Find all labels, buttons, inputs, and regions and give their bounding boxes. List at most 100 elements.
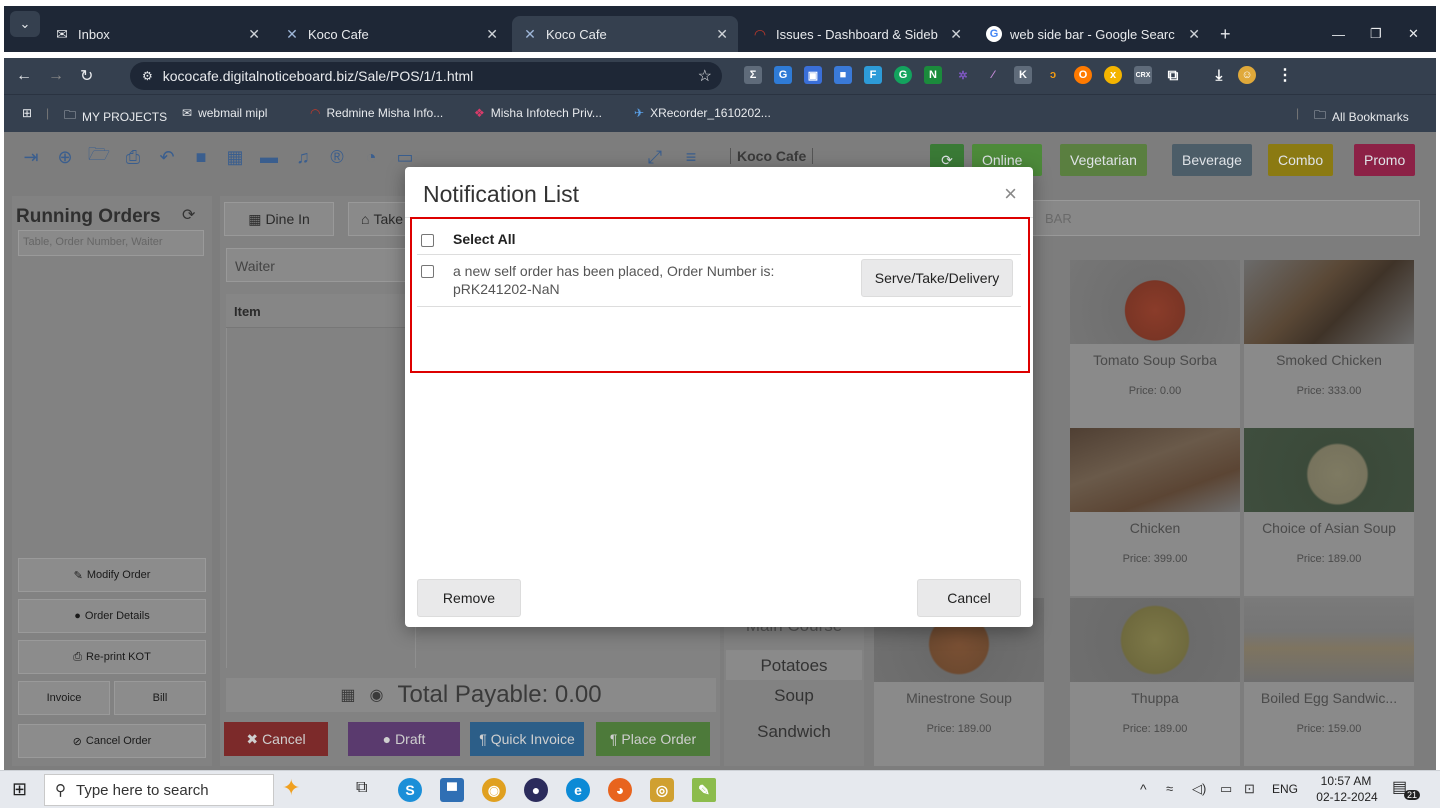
food-card[interactable]: Smoked Chicken Price: 333.00 [1244,260,1414,428]
tab-inbox[interactable]: ✉ Inbox ✕ [44,16,270,52]
new-tab-button[interactable]: + [1210,16,1241,52]
print-icon[interactable]: ⎙ [122,146,144,168]
taskbar-search-input[interactable]: ⚲ Type here to search [44,774,274,806]
window-extension-icon[interactable]: ■ [834,66,852,84]
expand-icon[interactable]: ⤢ [644,146,666,168]
close-window-button[interactable]: ✕ [1398,16,1429,52]
food-card[interactable]: Boiled Egg Sandwic... Price: 159.00 [1244,598,1414,766]
translate-extension-icon[interactable]: G [774,66,792,84]
eclipse-icon[interactable]: ● [524,778,548,802]
close-tab-icon[interactable]: ✕ [950,26,962,43]
fi-extension-icon[interactable]: F [864,66,882,84]
modify-order-button[interactable]: ✎ Modify Order [18,558,206,592]
n-extension-icon[interactable]: N [924,66,942,84]
order-details-button[interactable]: ● Order Details [18,599,206,633]
serve-take-delivery-button[interactable]: Serve/Take/Delivery [861,259,1013,297]
pen-extension-icon[interactable]: ⁄ [984,66,1002,84]
file-explorer-icon[interactable]: ▀ [440,778,464,802]
profile-avatar[interactable]: ☺ [1238,66,1256,84]
bookmark-my-projects[interactable]: 🗀 MY PROJECTS [64,106,167,127]
category-beverage[interactable]: Beverage [1172,144,1252,176]
waiter-select[interactable]: Waiter [226,248,416,282]
bookmark-misha[interactable]: ❖ Misha Infotech Priv... [474,106,602,120]
bookmark-star-icon[interactable]: ☆ [698,66,712,86]
close-tab-icon[interactable]: ✕ [1188,26,1200,43]
task-view-icon[interactable]: ⧉ [356,779,367,797]
reprint-kot-button[interactable]: ⎙ Re-print KOT [18,640,206,674]
grammarly-extension-icon[interactable]: G [894,66,912,84]
language-indicator[interactable]: ENG [1272,782,1298,796]
hamburger-icon[interactable]: ≡ [680,146,702,168]
tab-search-button[interactable]: ⌄ [10,11,40,37]
running-orders-search-input[interactable]: Table, Order Number, Waiter [18,230,204,256]
category-sandwich[interactable]: Sandwich [726,722,862,742]
history-icon[interactable]: ↶ [156,146,178,168]
invoice-button[interactable]: Invoice [18,681,110,715]
category-combo[interactable]: Combo [1268,144,1334,176]
bookmark-redmine[interactable]: ◠ Redmine Misha Info... [310,106,443,120]
address-bar[interactable]: ⚙ kococafe.digitalnoticeboard.biz/Sale/P… [130,62,722,90]
crx-extension-icon[interactable]: CRX [1134,66,1152,84]
reload-icon[interactable]: ↻ [80,66,93,86]
place-order-button[interactable]: ¶ Place Order [596,722,710,756]
food-card[interactable]: Tomato Soup Sorba Price: 0.00 [1070,260,1240,428]
bookmark-webmail[interactable]: ✉ webmail mipl [182,106,267,120]
apps-grid-icon[interactable]: ⊞ [22,106,32,120]
clock-date[interactable]: 02-12-2024 [1312,790,1382,804]
tab-koco-cafe-2[interactable]: ✕ Koco Cafe ✕ [512,16,738,52]
monitor-icon[interactable]: ▭ [394,146,416,168]
swirl-extension-icon[interactable]: ↄ [1044,66,1062,84]
firefox-icon[interactable]: ◕ [608,778,632,802]
ticket-icon[interactable]: ▬ [258,146,280,168]
windows-start-icon[interactable]: ⊞ [12,779,27,800]
notification-checkbox[interactable] [421,265,434,278]
k-extension-icon[interactable]: K [1014,66,1032,84]
tab-google[interactable]: G web side bar - Google Searc ✕ [976,16,1210,52]
bookmark-xrecorder[interactable]: ✈ XRecorder_1610202... [634,106,771,120]
logout-icon[interactable]: ⇥ [20,146,42,168]
category-promo[interactable]: Promo [1354,144,1416,176]
circle-extension-icon[interactable]: O [1074,66,1092,84]
sigma-extension-icon[interactable]: Σ [744,66,762,84]
food-search-input[interactable]: BAR [1032,200,1420,236]
cancel-modal-button[interactable]: Cancel [917,579,1021,617]
skype-icon[interactable]: S [398,778,422,802]
screen-extension-icon[interactable]: ▣ [804,66,822,84]
site-info-icon[interactable]: ⚙ [142,69,153,83]
calculator-icon[interactable]: ▦ [340,685,355,705]
close-tab-icon[interactable]: ✕ [248,26,260,43]
select-all-checkbox[interactable] [421,234,434,247]
forward-icon[interactable]: → [48,67,64,85]
sparkle-extension-icon[interactable]: ✲ [954,66,972,84]
download-icon[interactable]: ⤓ [1210,66,1228,84]
chevron-up-icon[interactable]: ^ [1140,781,1147,797]
wifi-icon[interactable]: ≈ [1166,781,1173,796]
speaker-icon[interactable]: ◁) [1192,781,1206,797]
extensions-puzzle-icon[interactable]: ⧉ [1164,66,1182,84]
pen-ime-icon[interactable]: ⊡ [1244,781,1255,797]
registered-icon[interactable]: ® [326,146,348,168]
dine-in-button[interactable]: ▦ Dine In [224,202,334,236]
bill-button[interactable]: Bill [114,681,206,715]
quick-invoice-button[interactable]: ¶ Quick Invoice [470,722,584,756]
chrome-profile-icon[interactable]: ◎ [650,778,674,802]
edge-icon[interactable]: e [566,778,590,802]
x-extension-icon[interactable]: x [1104,66,1122,84]
category-potatoes[interactable]: Potatoes [726,650,862,680]
sparkle-icon[interactable]: ✦ [282,775,300,801]
close-icon[interactable]: × [1004,181,1017,207]
notepad-icon[interactable]: ✎ [692,778,716,802]
all-bookmarks[interactable]: 🗀 All Bookmarks [1314,106,1409,127]
gauge-icon[interactable]: ◔ [360,146,382,168]
refresh-icon[interactable]: ⟳ [182,205,195,225]
food-card[interactable]: Thuppa Price: 189.00 [1070,598,1240,766]
more-menu-icon[interactable]: ⋮ [1276,66,1294,84]
category-vegetarian[interactable]: Vegetarian [1060,144,1147,176]
remove-button[interactable]: Remove [417,579,521,617]
back-icon[interactable]: ← [16,67,32,85]
minimize-button[interactable]: — [1322,16,1355,52]
globe-icon[interactable]: ⊕ [54,146,76,168]
draft-button[interactable]: ● Draft [348,722,460,756]
restore-button[interactable]: ❐ [1360,16,1392,52]
battery-icon[interactable]: ▭ [1220,781,1232,797]
